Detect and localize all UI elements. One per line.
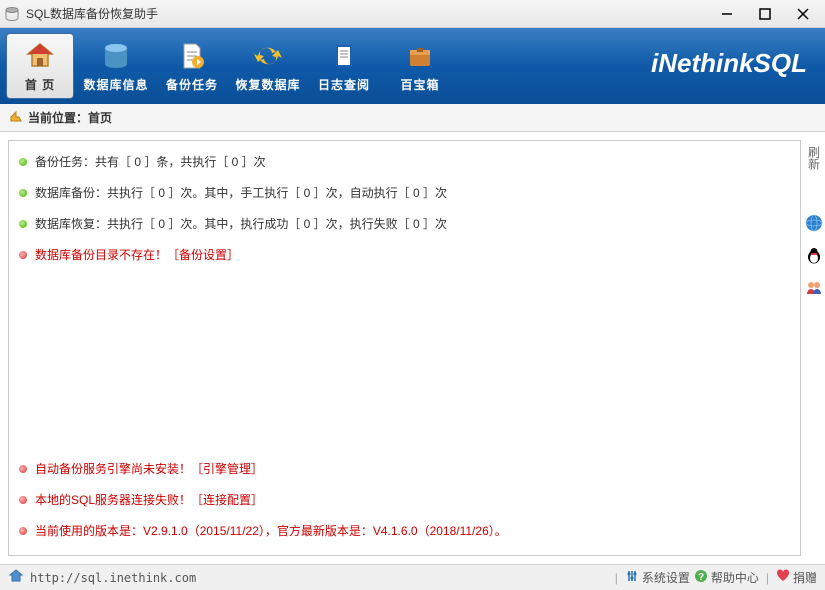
status-bar: http://sql.inethink.com | 系统设置 ? 帮助中心 | … [0,564,825,590]
bullet-green-icon [19,189,27,197]
close-button[interactable] [793,4,813,24]
database-icon [100,40,132,72]
status-line: 数据库备份目录不存在！［备份设置］ [19,246,790,263]
people-icon[interactable] [805,278,823,296]
document-icon [176,40,208,72]
breadcrumb-label: 当前位置： [28,109,88,126]
breadcrumb: 当前位置： 首页 [0,104,825,132]
penguin-icon[interactable] [805,246,823,264]
bullet-green-icon [19,220,27,228]
toolbar-toolbox[interactable]: 百宝箱 [386,33,454,99]
toolbar-restore[interactable]: 恢复数据库 [234,33,302,99]
book-icon [328,40,360,72]
settings-link[interactable]: 系统设置 [625,569,690,586]
breadcrumb-page: 首页 [88,109,112,126]
sidebar: 刷新 [803,132,825,564]
home-icon [24,40,56,72]
status-text: 数据库备份：共执行［ 0 ］次。其中，手工执行［ 0 ］次，自动执行［ 0 ］次 [35,184,447,201]
status-url[interactable]: http://sql.inethink.com [30,571,196,585]
status-line: 备份任务：共有［ 0 ］条，共执行［ 0 ］次 [19,153,790,170]
status-text[interactable]: 本地的SQL服务器连接失败！［连接配置］ [35,491,263,508]
svg-text:?: ? [698,572,704,583]
heart-icon [776,569,790,586]
bullet-red-icon [19,527,27,535]
maximize-button[interactable] [755,4,775,24]
help-link[interactable]: ? 帮助中心 [694,569,759,586]
toolbar-label: 百宝箱 [400,76,439,93]
title-bar: SQL数据库备份恢复助手 [0,0,825,28]
toolbar-label: 日志查阅 [318,76,370,93]
main-toolbar: 首 页 数据库信息 备份任务 恢复数据库 日志查阅 百宝箱 iNethinkSQ… [0,28,825,104]
location-icon [8,108,24,127]
status-text: 备份任务：共有［ 0 ］条，共执行［ 0 ］次 [35,153,266,170]
bullet-green-icon [19,158,27,166]
toolbar-label: 首 页 [25,76,55,93]
status-line: 当前使用的版本是：V2.9.1.0（2015/11/22），官方最新版本是：V4… [19,522,790,539]
separator: | [615,571,618,585]
brand-logo: iNethinkSQL [651,48,807,79]
toolbar-label: 备份任务 [166,76,218,93]
bullet-red-icon [19,251,27,259]
status-line: 本地的SQL服务器连接失败！［连接配置］ [19,491,790,508]
status-line: 数据库恢复：共执行［ 0 ］次。其中，执行成功［ 0 ］次，执行失败［ 0 ］次 [19,215,790,232]
globe-icon[interactable] [805,214,823,232]
status-text[interactable]: 自动备份服务引擎尚未安装！［引擎管理］ [35,460,263,477]
content-bottom: 自动备份服务引擎尚未安装！［引擎管理］ 本地的SQL服务器连接失败！［连接配置］… [19,460,790,543]
status-text[interactable]: 数据库备份目录不存在！［备份设置］ [35,246,239,263]
refresh-button[interactable]: 刷新 [806,146,823,170]
status-text: 当前使用的版本是：V2.9.1.0（2015/11/22），官方最新版本是：V4… [35,522,507,539]
toolbar-dbinfo[interactable]: 数据库信息 [82,33,150,99]
help-icon: ? [694,569,708,586]
app-icon [4,6,20,22]
donate-link[interactable]: 捐赠 [776,569,817,586]
home-small-icon[interactable] [8,568,24,587]
toolbar-home[interactable]: 首 页 [6,33,74,99]
help-label: 帮助中心 [711,569,759,586]
window-title: SQL数据库备份恢复助手 [26,5,717,22]
bullet-red-icon [19,465,27,473]
status-text: 数据库恢复：共执行［ 0 ］次。其中，执行成功［ 0 ］次，执行失败［ 0 ］次 [35,215,447,232]
toolbar-label: 恢复数据库 [235,76,300,93]
refresh-icon [252,40,284,72]
toolbar-label: 数据库信息 [83,76,148,93]
status-line: 数据库备份：共执行［ 0 ］次。其中，手工执行［ 0 ］次，自动执行［ 0 ］次 [19,184,790,201]
box-icon [404,40,436,72]
status-line: 自动备份服务引擎尚未安装！［引擎管理］ [19,460,790,477]
settings-icon [625,569,639,586]
separator: | [766,571,769,585]
toolbar-backup-task[interactable]: 备份任务 [158,33,226,99]
minimize-button[interactable] [717,4,737,24]
content-top: 备份任务：共有［ 0 ］条，共执行［ 0 ］次 数据库备份：共执行［ 0 ］次。… [19,153,790,460]
toolbar-logs[interactable]: 日志查阅 [310,33,378,99]
bullet-red-icon [19,496,27,504]
donate-label: 捐赠 [793,569,817,586]
settings-label: 系统设置 [642,569,690,586]
content-panel: 备份任务：共有［ 0 ］条，共执行［ 0 ］次 数据库备份：共执行［ 0 ］次。… [8,140,801,556]
